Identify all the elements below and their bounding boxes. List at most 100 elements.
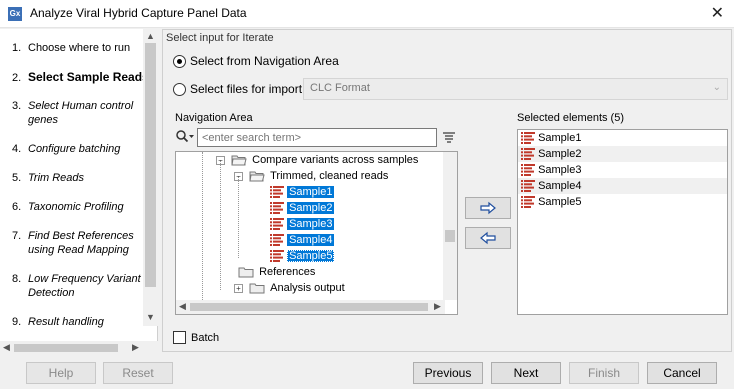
close-icon[interactable]: ✕ [711, 3, 724, 23]
finish-button[interactable]: Finish [569, 362, 639, 384]
tree-item-label: Analysis output [270, 282, 345, 294]
list-item-label: Sample4 [538, 180, 582, 192]
next-button[interactable]: Next [491, 362, 561, 384]
tree-item-label: Sample3 [287, 218, 335, 230]
scroll-thumb[interactable] [14, 344, 118, 352]
app-icon: Gx [8, 7, 22, 21]
tree-guide-line [202, 152, 203, 300]
step-select-sample-reads: 2. Select Sample Reads [12, 70, 149, 84]
selected-elements-label: Selected elements (5) [517, 112, 624, 124]
tree-item-sample2[interactable]: Sample2 [270, 200, 335, 216]
add-to-selected-button[interactable] [465, 197, 511, 219]
sequence-list-icon [270, 250, 284, 263]
tree-item-sample4[interactable]: Sample4 [270, 232, 335, 248]
tree-item-label: Compare variants across samples [252, 154, 419, 166]
radio-label: Select files for import: [190, 82, 306, 96]
navigation-area-label: Navigation Area [175, 112, 253, 124]
list-item[interactable]: Sample2 [518, 146, 727, 162]
scroll-left-icon[interactable]: ◀ [3, 342, 10, 353]
radio-button[interactable] [173, 82, 186, 96]
tree-item-label: Sample5 [287, 250, 335, 262]
tree-item-label: Trimmed, cleaned reads [270, 170, 389, 182]
scroll-down-icon[interactable]: ▼ [146, 312, 155, 322]
checkbox[interactable] [173, 331, 186, 344]
tree-guide-line [238, 176, 239, 258]
tree-item-label: Sample4 [287, 234, 335, 246]
sequence-list-icon [270, 186, 284, 199]
wizard-steps: 1. Choose where to run 2. Select Sample Re… [0, 29, 158, 355]
cancel-button[interactable]: Cancel [647, 362, 717, 384]
remove-from-selected-button[interactable] [465, 227, 511, 249]
import-format-select[interactable]: CLC Format ⌄ [303, 78, 728, 100]
step-low-frequency-variant-detection: 8. Low Frequency Variant Detection [12, 273, 141, 299]
step-find-best-references: 7. Find Best References using Read Mappin… [12, 230, 134, 256]
radio-select-from-navigation[interactable]: Select from Navigation Area [173, 54, 339, 68]
tree-item-label: Sample2 [287, 202, 335, 214]
sequence-list-icon [521, 132, 535, 145]
scroll-up-icon[interactable]: ▲ [146, 31, 155, 41]
tree-horizontal-scrollbar[interactable]: ◀ ▶ [176, 300, 445, 314]
help-button[interactable]: Help [26, 362, 96, 384]
chevron-down-icon: ⌄ [712, 82, 721, 93]
tree-item-sample1[interactable]: Sample1 [270, 184, 335, 200]
step-configure-batching: 4. Configure batching [12, 143, 121, 155]
reset-button[interactable]: Reset [103, 362, 173, 384]
select-value: CLC Format [310, 82, 370, 94]
collapse-icon[interactable]: − [216, 155, 225, 165]
arrow-right-icon [480, 201, 496, 215]
list-item[interactable]: Sample3 [518, 162, 727, 178]
expand-icon[interactable]: + [234, 283, 243, 293]
tree-item-sample5[interactable]: Sample5 [270, 248, 335, 264]
sequence-list-icon [270, 218, 284, 231]
folder-open-icon [231, 155, 247, 166]
tree-item-label: Sample1 [287, 186, 335, 198]
folder-icon [238, 267, 254, 278]
sequence-list-icon [521, 148, 535, 161]
scroll-thumb[interactable] [145, 43, 156, 287]
list-item-label: Sample3 [538, 164, 582, 176]
filter-icon[interactable] [442, 131, 456, 143]
previous-button[interactable]: Previous [413, 362, 483, 384]
section-title: Select input for Iterate [166, 32, 274, 44]
navigation-tree[interactable]: − Compare variants across samples − Trim… [175, 151, 458, 315]
input-panel: Select input for Iterate Select from Nav… [162, 29, 732, 352]
scroll-left-icon[interactable]: ◀ [179, 301, 186, 312]
list-item-label: Sample5 [538, 196, 582, 208]
list-item[interactable]: Sample1 [518, 130, 727, 146]
tree-folder-analysis-output[interactable]: + Analysis output [234, 280, 347, 296]
step-choose-where-to-run: 1. Choose where to run [12, 42, 131, 54]
arrow-left-icon [480, 231, 496, 245]
step-trim-reads: 5. Trim Reads [12, 172, 85, 184]
tree-item-sample3[interactable]: Sample3 [270, 216, 335, 232]
batch-checkbox[interactable]: Batch [173, 331, 219, 344]
tree-vertical-scrollbar[interactable] [443, 152, 457, 300]
tree-folder-compare-variants[interactable]: − Compare variants across samples [216, 152, 420, 168]
steps-horizontal-scrollbar[interactable]: ◀ ▶ [0, 341, 158, 355]
scroll-right-icon[interactable]: ▶ [132, 342, 139, 353]
sequence-list-icon [270, 202, 284, 215]
list-item[interactable]: Sample4 [518, 178, 727, 194]
radio-button-checked[interactable] [173, 54, 186, 68]
tree-folder-references[interactable]: References [238, 264, 317, 280]
title-bar: Gx Analyze Viral Hybrid Capture Panel Da… [0, 0, 734, 28]
radio-label: Select from Navigation Area [190, 54, 339, 68]
window-title: Analyze Viral Hybrid Capture Panel Data [30, 6, 247, 20]
radio-select-files-for-import[interactable]: Select files for import: [173, 82, 305, 96]
batch-label: Batch [191, 331, 220, 344]
search-icon[interactable] [175, 129, 195, 145]
tree-guide-line [220, 160, 221, 290]
search-input[interactable] [197, 128, 437, 147]
step-result-handling: 9. Result handling [12, 316, 104, 328]
steps-vertical-scrollbar[interactable]: ▲ ▼ [143, 29, 158, 326]
scroll-right-icon[interactable]: ▶ [434, 301, 441, 312]
selected-elements-list[interactable]: Sample1 Sample2 Sample3 Sample4 Sample5 [517, 129, 728, 315]
list-item[interactable]: Sample5 [518, 194, 727, 210]
scroll-thumb[interactable] [445, 230, 455, 242]
collapse-icon[interactable]: − [234, 171, 243, 181]
step-taxonomic-profiling: 6. Taxonomic Profiling [12, 201, 124, 213]
tree-item-label: References [259, 266, 316, 278]
scroll-thumb[interactable] [190, 303, 428, 311]
sequence-list-icon [270, 234, 284, 247]
tree-folder-trimmed-reads[interactable]: − Trimmed, cleaned reads [234, 168, 390, 184]
list-item-label: Sample1 [538, 132, 582, 144]
